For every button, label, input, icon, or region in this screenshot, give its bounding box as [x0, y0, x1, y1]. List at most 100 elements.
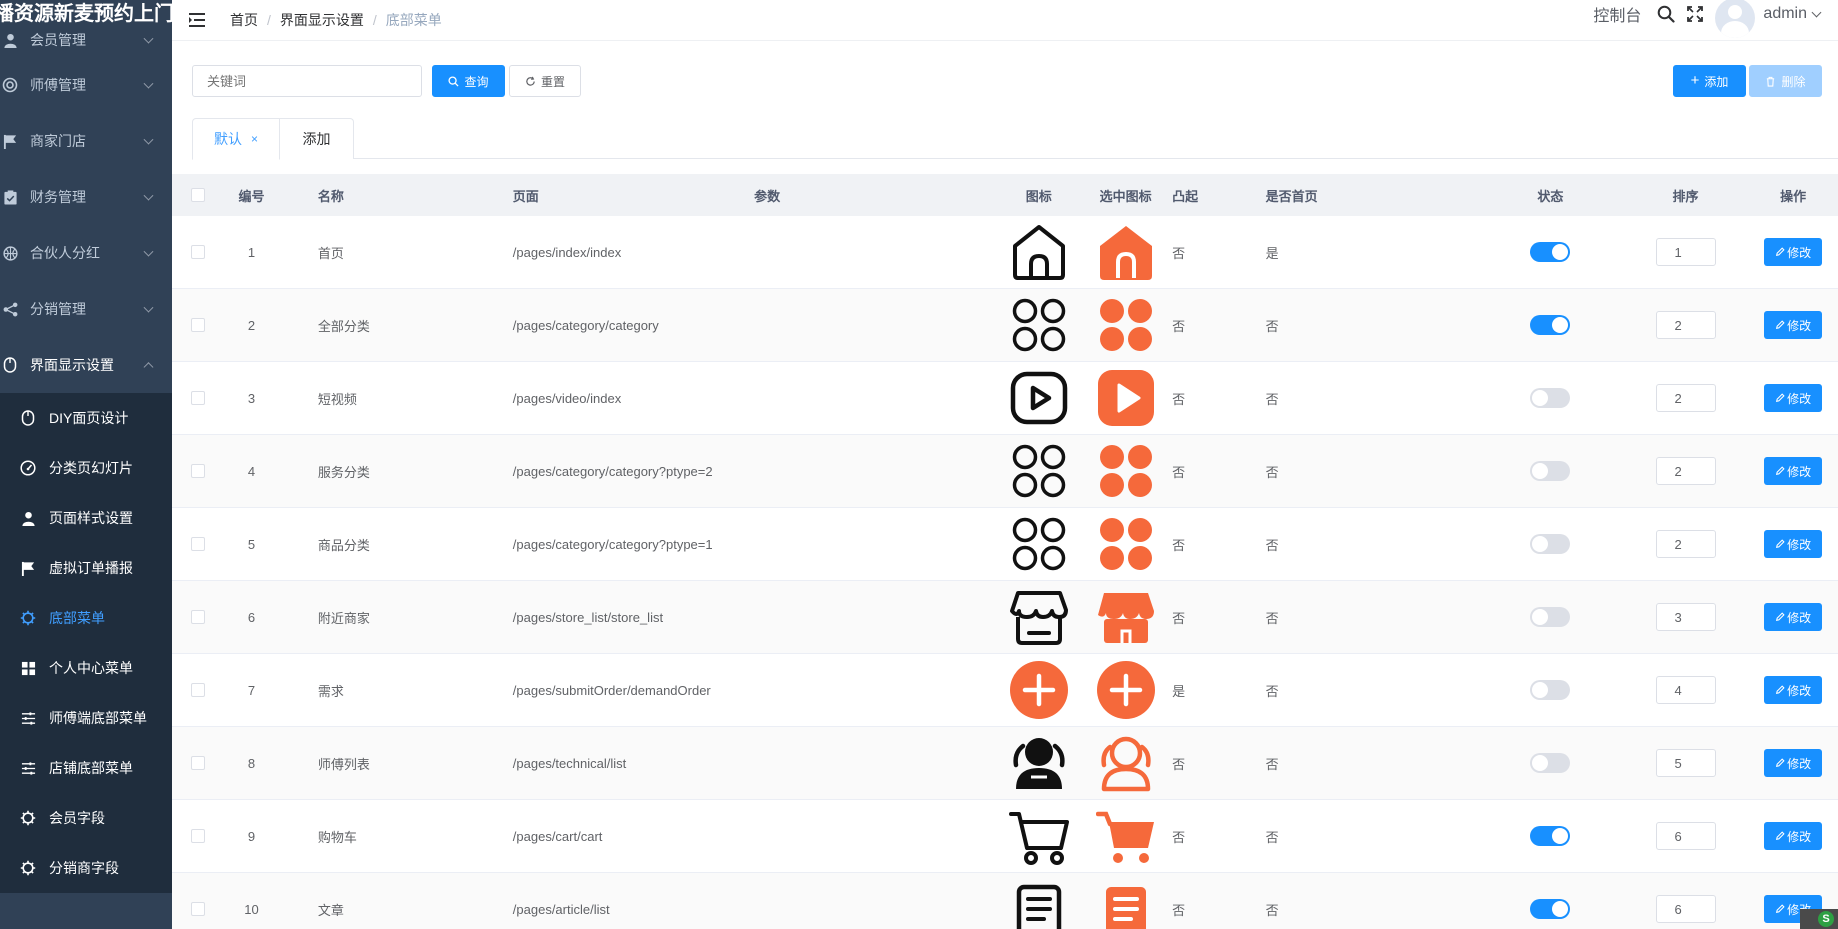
- cell-is-home: 否: [1265, 610, 1279, 626]
- sort-input[interactable]: 6: [1655, 822, 1716, 850]
- breadcrumb-home[interactable]: 首页: [230, 10, 258, 30]
- grid-icon: [995, 508, 1082, 580]
- row-checkbox[interactable]: [190, 245, 205, 259]
- cell-name: 需求: [317, 683, 344, 699]
- sort-input[interactable]: 2: [1655, 530, 1716, 558]
- tab-add[interactable]: 添加: [280, 118, 354, 159]
- sidebar-menu-0[interactable]: 会员管理: [0, 23, 172, 57]
- status-toggle[interactable]: [1530, 461, 1571, 481]
- header-status: 状态: [1537, 188, 1564, 204]
- row-checkbox[interactable]: [190, 537, 205, 551]
- sidebar-item-5[interactable]: 个人中心菜单: [0, 643, 172, 693]
- chevron-down-icon: [143, 302, 154, 313]
- edit-button[interactable]: 修改: [1764, 384, 1823, 412]
- sidebar-item-3[interactable]: 虚拟订单播报: [0, 543, 172, 593]
- edit-button[interactable]: 修改: [1764, 238, 1823, 266]
- sort-input[interactable]: 6: [1655, 895, 1716, 923]
- status-toggle[interactable]: [1530, 534, 1571, 554]
- close-icon[interactable]: ×: [251, 132, 258, 146]
- row-checkbox[interactable]: [190, 391, 205, 405]
- fullscreen-icon[interactable]: [1687, 6, 1704, 22]
- user-menu[interactable]: admin: [1763, 5, 1822, 23]
- table-row: 10 文章 /pages/article/list 否 否 6 修改: [172, 873, 1838, 929]
- grid-selected-icon: [1082, 289, 1169, 361]
- status-toggle[interactable]: [1530, 899, 1571, 919]
- sidebar-item-2[interactable]: 页面样式设置: [0, 493, 172, 543]
- edit-button[interactable]: 修改: [1764, 822, 1823, 850]
- hamburger-icon[interactable]: [189, 13, 205, 27]
- sidebar-menu-6[interactable]: 界面显示设置: [0, 337, 172, 393]
- add-button[interactable]: + 添加: [1673, 65, 1746, 97]
- select-all-checkbox[interactable]: [190, 188, 205, 202]
- sort-input[interactable]: 4: [1655, 676, 1716, 704]
- breadcrumb-ui-settings[interactable]: 界面显示设置: [280, 10, 364, 30]
- search-input[interactable]: [192, 65, 422, 97]
- sort-input[interactable]: 2: [1655, 311, 1716, 339]
- sidebar-menu-4[interactable]: 合伙人分红: [0, 225, 172, 281]
- header-selected-icon: 选中图标: [1099, 188, 1152, 204]
- status-toggle[interactable]: [1530, 826, 1571, 846]
- query-button[interactable]: 查询: [432, 65, 505, 97]
- sort-input[interactable]: 2: [1655, 384, 1716, 412]
- status-toggle[interactable]: [1530, 753, 1571, 773]
- cell-page: /pages/category/category?ptype=2: [512, 463, 713, 479]
- row-checkbox[interactable]: [190, 683, 205, 697]
- sidebar-item-1[interactable]: 分类页幻灯片: [0, 443, 172, 493]
- sidebar-item-4[interactable]: 底部菜单: [0, 593, 172, 643]
- row-checkbox[interactable]: [190, 318, 205, 332]
- sliders-icon: [20, 710, 36, 726]
- cell-name: 短视频: [317, 391, 357, 407]
- status-toggle[interactable]: [1530, 388, 1571, 408]
- console-link[interactable]: 控制台: [1593, 2, 1641, 26]
- cell-param: [754, 873, 995, 929]
- edit-button[interactable]: 修改: [1764, 530, 1823, 558]
- cell-name: 商品分类: [317, 537, 370, 553]
- sidebar: 播资源新麦预约上门 会员管理 师傅管理 商家门店 财务管理 合伙人分红 分销管理…: [0, 0, 172, 929]
- edit-icon: [1776, 466, 1785, 476]
- sidebar-menu-label: 财务管理: [30, 189, 86, 205]
- edit-button[interactable]: 修改: [1764, 311, 1823, 339]
- plus-icon: +: [1690, 72, 1700, 89]
- row-checkbox[interactable]: [190, 902, 205, 916]
- mouse-icon: [20, 410, 36, 426]
- avatar[interactable]: [1715, 0, 1756, 38]
- row-checkbox[interactable]: [190, 610, 205, 624]
- edit-button[interactable]: 修改: [1764, 457, 1823, 485]
- row-checkbox[interactable]: [190, 464, 205, 478]
- sidebar-item-7[interactable]: 店铺底部菜单: [0, 743, 172, 793]
- row-checkbox[interactable]: [190, 829, 205, 843]
- sort-input[interactable]: 2: [1655, 457, 1716, 485]
- reset-button[interactable]: 重置: [509, 65, 581, 97]
- search-icon[interactable]: [1657, 5, 1676, 23]
- edit-icon: [1776, 247, 1785, 257]
- sidebar-item-9[interactable]: 分销商字段: [0, 843, 172, 893]
- sort-input[interactable]: 3: [1655, 603, 1716, 631]
- edit-button[interactable]: 修改: [1764, 603, 1823, 631]
- sidebar-menu-5[interactable]: 分销管理: [0, 281, 172, 337]
- tab-default[interactable]: 默认 ×: [192, 118, 280, 160]
- row-checkbox[interactable]: [190, 756, 205, 770]
- share-icon: [2, 301, 18, 317]
- cell-page: /pages/article/list: [512, 901, 610, 917]
- sidebar-menu-2[interactable]: 商家门店: [0, 113, 172, 169]
- cell-id: 2: [247, 317, 256, 333]
- edit-button[interactable]: 修改: [1764, 676, 1823, 704]
- sidebar-item-6[interactable]: 师傅端底部菜单: [0, 693, 172, 743]
- cpu-icon: [20, 860, 36, 876]
- sidebar-menu-3[interactable]: 财务管理: [0, 169, 172, 225]
- floating-widget[interactable]: S: [1800, 909, 1838, 929]
- status-toggle[interactable]: [1530, 607, 1571, 627]
- status-toggle[interactable]: [1530, 680, 1571, 700]
- status-toggle[interactable]: [1530, 242, 1571, 262]
- sidebar-item-0[interactable]: DIY面页设计: [0, 393, 172, 443]
- home-icon: [995, 216, 1082, 288]
- edit-button[interactable]: 修改: [1764, 749, 1823, 777]
- cell-raised: 否: [1172, 902, 1186, 918]
- sidebar-menu-1[interactable]: 师傅管理: [0, 57, 172, 113]
- cell-is-home: 否: [1265, 902, 1279, 918]
- status-toggle[interactable]: [1530, 315, 1571, 335]
- sort-input[interactable]: 1: [1655, 238, 1716, 266]
- sort-input[interactable]: 5: [1655, 749, 1716, 777]
- delete-button[interactable]: 删除: [1749, 65, 1822, 97]
- sidebar-item-8[interactable]: 会员字段: [0, 793, 172, 843]
